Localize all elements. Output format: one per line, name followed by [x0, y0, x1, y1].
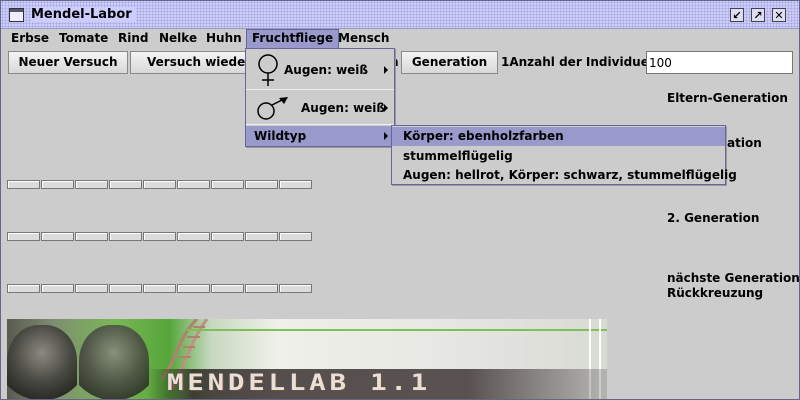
submenu-item-vestigial-wings[interactable]: stummelflügelig	[392, 147, 725, 166]
female-item-label: Augen: weiß	[284, 63, 369, 77]
individual-slot[interactable]	[7, 284, 40, 293]
close-icon[interactable]: ✕	[772, 8, 786, 22]
count-input[interactable]	[646, 51, 793, 74]
portrait-image	[7, 325, 77, 399]
individual-slot[interactable]	[75, 232, 108, 241]
next-generation-label: nächste Generation/	[667, 271, 800, 285]
submenu-arrow-icon	[384, 66, 388, 74]
submenu-item-label: Körper: ebenholzfarben	[403, 129, 564, 143]
individual-slot[interactable]	[41, 180, 74, 189]
individual-slot[interactable]	[143, 284, 176, 293]
submenu-arrow-icon	[384, 104, 388, 112]
male-eyes-white-item[interactable]: Augen: weiß	[246, 91, 394, 123]
submenu-item-label: Augen: hellrot, Körper: schwarz, stummel…	[403, 168, 737, 182]
menu-huhn[interactable]: Huhn	[201, 29, 247, 49]
individual-slot[interactable]	[75, 180, 108, 189]
submenu-item-ebony-body[interactable]: Körper: ebenholzfarben	[392, 127, 725, 146]
backcross-label: Rückkreuzung	[667, 286, 764, 300]
individual-slot[interactable]	[7, 232, 40, 241]
menu-tomate[interactable]: Tomate	[54, 29, 113, 49]
individual-slot[interactable]	[143, 180, 176, 189]
menu-separator	[246, 124, 394, 125]
mendel-portrait-image	[79, 325, 149, 399]
submenu-item-combined-traits[interactable]: Augen: hellrot, Körper: schwarz, stummel…	[392, 166, 737, 185]
second-generation-label: 2. Generation	[667, 211, 760, 225]
individual-slot[interactable]	[211, 180, 244, 189]
individual-slot[interactable]	[177, 180, 210, 189]
app-window: Mendel-Labor ↙ ↗ ✕ Erbse Tomate Rind Nel…	[0, 0, 800, 400]
female-symbol-icon	[258, 54, 278, 86]
menu-fruchtfliege[interactable]: Fruchtfliege	[246, 29, 340, 49]
male-symbol-icon	[257, 97, 288, 120]
individual-slot[interactable]	[41, 284, 74, 293]
individual-slot[interactable]	[279, 232, 312, 241]
fruchtfliege-menu: Augen: weiß Augen: weiß Wildtyp	[245, 48, 395, 147]
count-label: 1Anzahl der Individuen	[501, 55, 658, 69]
banner-line	[187, 329, 607, 331]
individual-slot[interactable]	[279, 180, 312, 189]
individual-slot[interactable]	[279, 284, 312, 293]
submenu-item-label: stummelflügelig	[403, 149, 513, 163]
generation-button[interactable]: Generation	[401, 51, 498, 74]
individual-slot[interactable]	[211, 232, 244, 241]
window-title: Mendel-Labor	[31, 7, 136, 22]
individual-slot[interactable]	[109, 180, 142, 189]
individual-slot[interactable]	[245, 284, 278, 293]
menu-bar: Erbse Tomate Rind Nelke Huhn Fruchtflieg…	[1, 29, 799, 49]
first-generation-label: ation	[727, 136, 762, 150]
parent-generation-label: Eltern-Generation	[667, 91, 788, 105]
submenu-arrow-icon	[384, 132, 388, 140]
window-icon	[9, 8, 24, 22]
individual-slot[interactable]	[143, 232, 176, 241]
individual-slot[interactable]	[109, 232, 142, 241]
individual-slot[interactable]	[177, 284, 210, 293]
menu-nelke[interactable]: Nelke	[154, 29, 202, 49]
menu-mensch[interactable]: Mensch	[333, 29, 394, 49]
individual-slot[interactable]	[7, 180, 40, 189]
maximize-icon[interactable]: ↗	[751, 8, 765, 22]
wildtype-submenu: Körper: ebenholzfarben stummelflügelig A…	[391, 125, 737, 185]
individual-slot[interactable]	[211, 284, 244, 293]
mendellab-logo: MENDELLAB 1.1	[167, 371, 431, 396]
individual-slot[interactable]	[177, 232, 210, 241]
individual-slot[interactable]	[75, 284, 108, 293]
wildtype-item-label: Wildtyp	[254, 129, 307, 143]
menu-separator	[246, 89, 394, 90]
individual-slot[interactable]	[245, 180, 278, 189]
new-experiment-button[interactable]: Neuer Versuch	[8, 51, 128, 74]
title-bar[interactable]: Mendel-Labor ↙ ↗ ✕	[1, 1, 799, 29]
minimize-icon[interactable]: ↙	[730, 8, 744, 22]
repeat-experiment-button[interactable]: Versuch wiederh	[130, 51, 250, 74]
menu-erbse[interactable]: Erbse	[6, 29, 54, 49]
female-eyes-white-item[interactable]: Augen: weiß	[246, 49, 394, 89]
wildtype-item[interactable]: Wildtyp	[246, 126, 394, 146]
individual-slot[interactable]	[41, 232, 74, 241]
menu-rind[interactable]: Rind	[113, 29, 154, 49]
individual-slot[interactable]	[109, 284, 142, 293]
male-item-label: Augen: weiß	[301, 101, 386, 115]
individual-slot[interactable]	[245, 232, 278, 241]
mendellab-banner: MENDELLAB 1.1	[7, 319, 607, 399]
